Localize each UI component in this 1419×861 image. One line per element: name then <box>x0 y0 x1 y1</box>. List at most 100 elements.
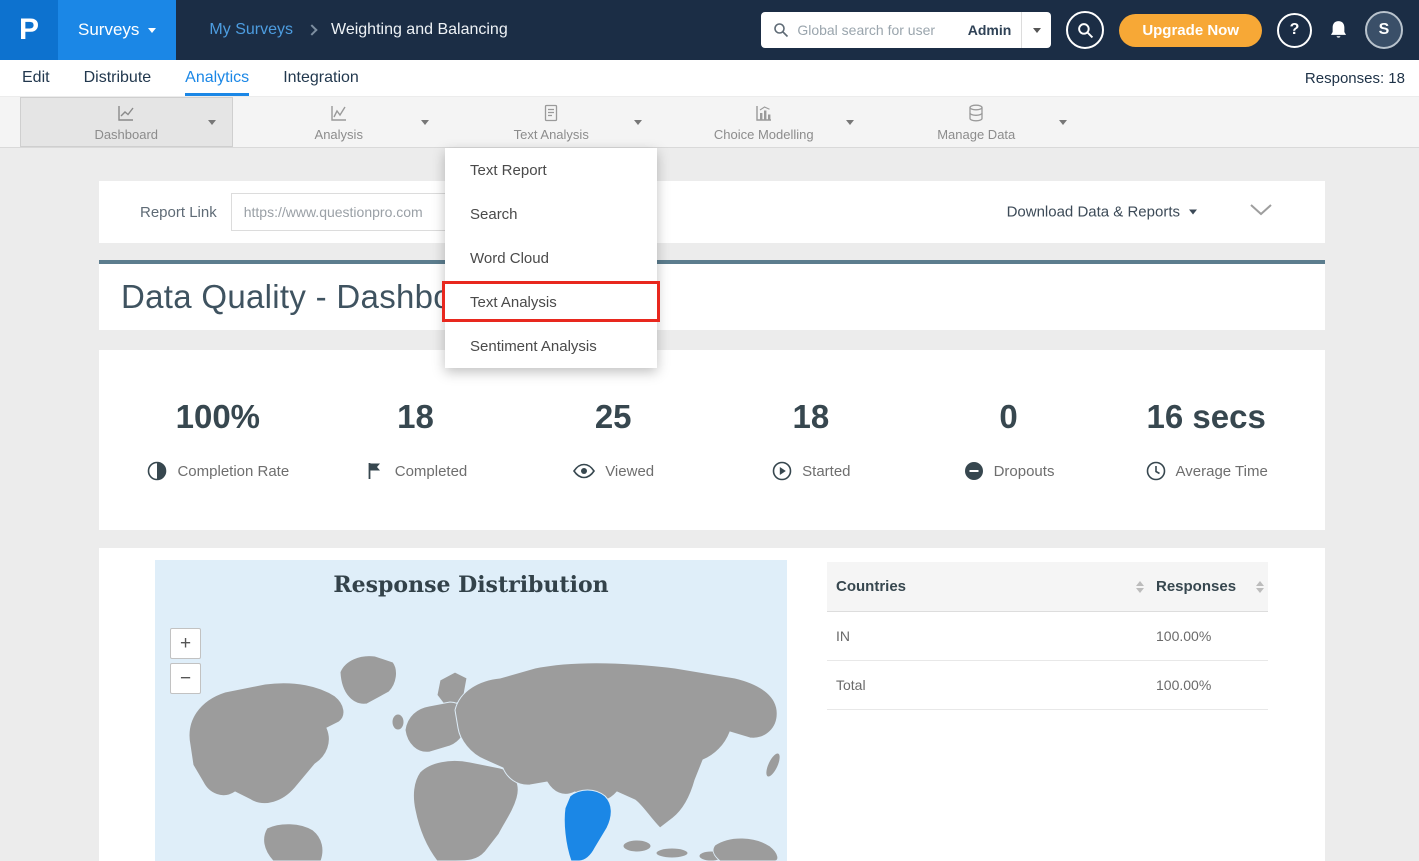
table-row: Total 100.00% <box>827 661 1268 710</box>
analytics-toolbar: Dashboard Analysis Text Analysis Choice … <box>0 97 1419 148</box>
caret-down-icon <box>846 120 854 125</box>
countries-table: Countries Responses IN 100.00% Total 100… <box>827 562 1268 710</box>
breadcrumb-current: Weighting and Balancing <box>331 21 508 39</box>
responses-cell: 100.00% <box>1156 628 1211 644</box>
south-america-region <box>264 824 323 861</box>
survey-tabs: Edit Distribute Analytics Integration Re… <box>0 60 1419 97</box>
menu-item-label: Text Analysis <box>470 294 557 311</box>
toolbar-item-choice-modelling[interactable]: Choice Modelling <box>658 97 871 147</box>
stat-dropouts: 0 Dropouts <box>910 350 1108 530</box>
sort-icon[interactable] <box>1256 581 1264 593</box>
eye-icon <box>572 460 596 482</box>
tab-distribute[interactable]: Distribute <box>84 60 152 96</box>
response-distribution-section: Response Distribution + − <box>99 548 1325 861</box>
countries-header-label[interactable]: Countries <box>836 578 906 595</box>
caret-down-icon <box>1189 210 1197 215</box>
stat-completion-rate: 100% Completion Rate <box>119 350 317 530</box>
toolbar-item-label: Text Analysis <box>514 127 589 142</box>
toolbar-item-label: Choice Modelling <box>714 127 814 142</box>
search-icon <box>761 22 797 38</box>
tab-integration[interactable]: Integration <box>283 60 359 96</box>
stat-value: 18 <box>317 398 515 436</box>
stat-value: 100% <box>119 398 317 436</box>
upgrade-now-button[interactable]: Upgrade Now <box>1119 14 1262 47</box>
stat-viewed: 25 Viewed <box>514 350 712 530</box>
africa-region <box>413 760 518 861</box>
stat-value: 0 <box>910 398 1108 436</box>
flag-icon <box>364 460 386 482</box>
survey-stats: 100% Completion Rate 18 Completed 25 Vie… <box>99 350 1325 530</box>
bar-chart-icon <box>754 103 774 123</box>
page-title: Data Quality - Dashboard <box>121 278 501 316</box>
stat-started: 18 Started <box>712 350 910 530</box>
search-scope[interactable]: Admin <box>958 22 1022 38</box>
menu-item-text-report[interactable]: Text Report <box>445 148 657 192</box>
north-america-region <box>189 683 344 804</box>
top-bar: P Surveys My Surveys Weighting and Balan… <box>0 0 1419 60</box>
caret-down-icon <box>1059 120 1067 125</box>
caret-down-icon <box>208 120 216 125</box>
caret-down-icon <box>148 28 156 33</box>
caret-down-icon <box>1033 28 1041 33</box>
download-data-reports-button[interactable]: Download Data & Reports <box>1007 204 1197 221</box>
menu-item-text-analysis[interactable]: Text Analysis <box>445 280 657 324</box>
responses-count: Responses: 18 <box>1305 60 1419 96</box>
caret-down-icon <box>634 120 642 125</box>
tab-analytics[interactable]: Analytics <box>185 60 249 96</box>
stat-average-time: 16 secs Average Time <box>1107 350 1305 530</box>
response-distribution-map: Response Distribution + − <box>155 560 787 861</box>
stat-completed: 18 Completed <box>317 350 515 530</box>
greenland-region <box>340 656 396 705</box>
uk-region <box>392 714 404 730</box>
toolbar-item-label: Analysis <box>315 127 363 142</box>
toolbar-item-manage-data[interactable]: Manage Data <box>870 97 1083 147</box>
database-icon <box>966 103 986 123</box>
menu-item-word-cloud[interactable]: Word Cloud <box>445 236 657 280</box>
topbar-actions: Admin Upgrade Now ? S <box>761 11 1419 49</box>
table-row: IN 100.00% <box>827 612 1268 661</box>
responses-cell: 100.00% <box>1156 677 1211 693</box>
breadcrumb: My Surveys Weighting and Balancing <box>209 21 507 39</box>
dashboard-title-card: Data Quality - Dashboard <box>99 260 1325 330</box>
user-avatar[interactable]: S <box>1365 11 1403 49</box>
text-document-icon <box>541 103 561 123</box>
country-cell: IN <box>836 628 850 644</box>
country-cell: Total <box>836 677 866 693</box>
india-region[interactable] <box>564 790 611 861</box>
search-button[interactable] <box>1066 11 1104 49</box>
product-menu-surveys[interactable]: Surveys <box>58 0 176 60</box>
text-analysis-dropdown-menu: Text Report Search Word Cloud Text Analy… <box>445 148 657 368</box>
clock-icon <box>1145 460 1167 482</box>
notifications-bell-icon[interactable] <box>1327 19 1350 42</box>
toolbar-item-dashboard[interactable]: Dashboard <box>20 97 233 147</box>
global-search-input[interactable] <box>797 22 957 38</box>
stat-label: Completion Rate <box>177 463 289 480</box>
stat-label: Completed <box>395 463 468 480</box>
search-scope-dropdown[interactable] <box>1021 12 1051 48</box>
world-map[interactable] <box>155 560 787 861</box>
stat-label: Average Time <box>1176 463 1268 480</box>
toolbar-item-analysis[interactable]: Analysis <box>233 97 446 147</box>
help-button[interactable]: ? <box>1277 13 1312 48</box>
menu-item-search[interactable]: Search <box>445 192 657 236</box>
stat-value: 16 secs <box>1107 398 1305 436</box>
toolbar-item-label: Dashboard <box>94 127 158 142</box>
menu-item-sentiment-analysis[interactable]: Sentiment Analysis <box>445 324 657 368</box>
chevron-right-icon <box>306 24 317 35</box>
sort-icon[interactable] <box>1136 581 1144 593</box>
toolbar-item-label: Manage Data <box>937 127 1015 142</box>
toolbar-item-text-analysis[interactable]: Text Analysis <box>445 97 658 147</box>
stat-value: 18 <box>712 398 910 436</box>
responses-header-label[interactable]: Responses <box>1156 578 1236 595</box>
island-region <box>656 848 688 858</box>
global-search: Admin <box>761 12 1051 48</box>
collapse-chevron-icon[interactable] <box>1249 203 1273 221</box>
half-circle-icon <box>146 460 168 482</box>
app-logo[interactable]: P <box>0 0 58 60</box>
line-chart-icon <box>116 103 136 123</box>
stat-label: Dropouts <box>994 463 1055 480</box>
island-region <box>623 840 651 852</box>
breadcrumb-parent[interactable]: My Surveys <box>209 21 293 39</box>
japan-region <box>763 751 783 779</box>
tab-edit[interactable]: Edit <box>22 60 50 96</box>
